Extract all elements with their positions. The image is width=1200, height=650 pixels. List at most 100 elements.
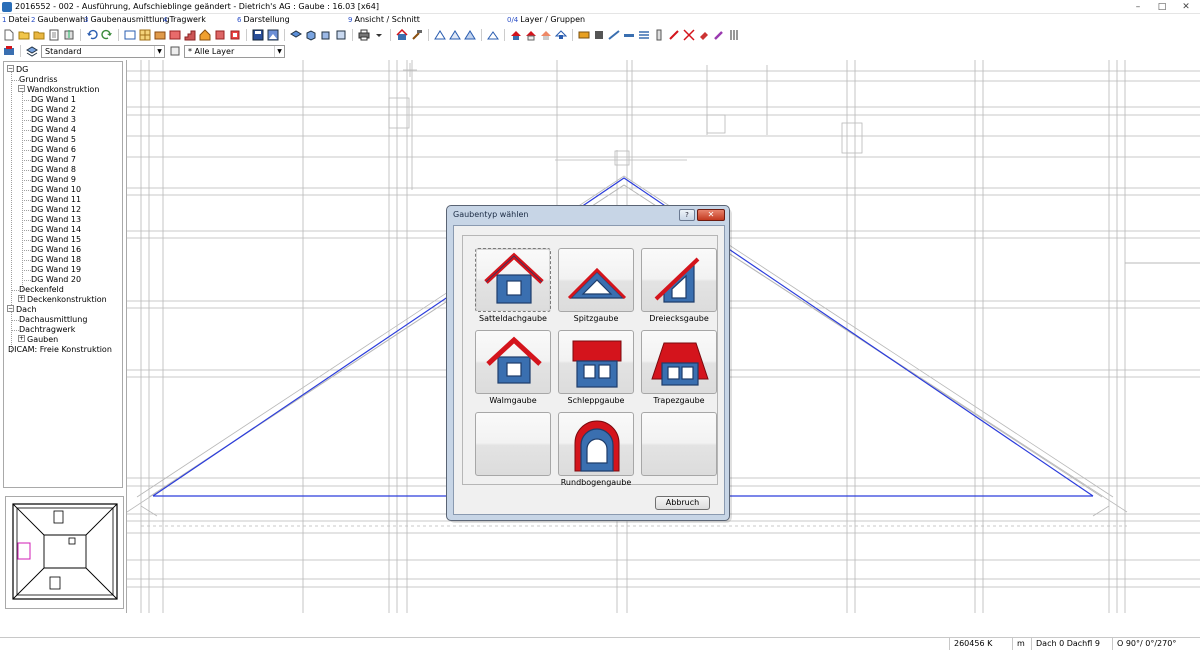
walm-dormer-button[interactable] xyxy=(475,330,551,394)
menu-darstellung[interactable]: 6 Darstellung xyxy=(237,15,290,24)
layer-stack-icon[interactable] xyxy=(26,45,38,57)
folder-save-icon[interactable] xyxy=(33,29,45,41)
schlepp-dormer-button[interactable] xyxy=(558,330,634,394)
tree-item[interactable]: DG Wand 16 xyxy=(31,245,81,255)
printer-icon[interactable] xyxy=(358,29,370,41)
roof-outline-icon[interactable] xyxy=(434,29,446,41)
view-cube-icon[interactable] xyxy=(320,29,332,41)
tree-item[interactable]: Dachausmittlung xyxy=(19,315,87,325)
beam-yellow-icon[interactable] xyxy=(578,29,590,41)
expand-icon[interactable]: + xyxy=(18,295,25,302)
help-button[interactable]: ? xyxy=(679,209,695,221)
tree-item[interactable]: DG Wand 12 xyxy=(31,205,81,215)
minimap[interactable] xyxy=(5,496,124,609)
view-top-icon[interactable] xyxy=(290,29,302,41)
menu-gaubenwahl[interactable]: 2 Gaubenwahl xyxy=(31,15,87,24)
tree-item[interactable]: DG Wand 7 xyxy=(31,155,76,165)
style-combo[interactable]: Standard ▼ xyxy=(41,44,165,58)
view-side-icon[interactable] xyxy=(335,29,347,41)
tree-item[interactable]: DG Wand 14 xyxy=(31,225,81,235)
collapse-icon[interactable]: − xyxy=(7,305,14,312)
maximize-button[interactable]: □ xyxy=(1150,0,1174,13)
roof-outline-2-icon[interactable] xyxy=(449,29,461,41)
tree-item[interactable]: DG Wand 3 xyxy=(31,115,76,125)
close-window-button[interactable]: ✕ xyxy=(1174,0,1198,13)
filter-icon[interactable] xyxy=(169,45,181,57)
column-icon[interactable] xyxy=(653,29,665,41)
tree-item[interactable]: DG Wand 13 xyxy=(31,215,81,225)
tree-item[interactable]: Dachtragwerk xyxy=(19,325,75,335)
tree-item[interactable]: DG Wand 8 xyxy=(31,165,76,175)
red-pencil-icon[interactable] xyxy=(668,29,680,41)
roof-plan-icon[interactable] xyxy=(169,29,181,41)
tree-item[interactable]: DG Wand 11 xyxy=(31,195,81,205)
collapse-icon[interactable]: − xyxy=(18,85,25,92)
dormer-tool-icon[interactable] xyxy=(396,29,408,41)
connector-icon[interactable] xyxy=(593,29,605,41)
open-folder-icon[interactable] xyxy=(18,29,30,41)
trapez-dormer-button[interactable] xyxy=(641,330,717,394)
print-icon[interactable] xyxy=(229,29,241,41)
eraser-icon[interactable] xyxy=(698,29,710,41)
tree-item[interactable]: DG Wand 1 xyxy=(31,95,76,105)
image-export-icon[interactable] xyxy=(267,29,279,41)
pen-purple-icon[interactable] xyxy=(713,29,725,41)
menu-datei[interactable]: 1 Datei xyxy=(2,15,30,24)
red-roof-icon[interactable] xyxy=(510,29,522,41)
layer-combo[interactable]: * Alle Layer ▼ xyxy=(184,44,285,58)
dropdown-icon[interactable] xyxy=(373,29,385,41)
view-iso-icon[interactable] xyxy=(305,29,317,41)
tree-item[interactable]: DG Wand 2 xyxy=(31,105,76,115)
tree-item[interactable]: − Wandkonstruktion xyxy=(18,85,99,95)
menu-tragwerk[interactable]: 4 Tragwerk xyxy=(163,15,206,24)
chevron-down-icon[interactable]: ▼ xyxy=(274,45,284,57)
cancel-button[interactable]: Abbruch xyxy=(655,496,710,510)
roof-outline-3-icon[interactable] xyxy=(464,29,476,41)
tree-item[interactable]: Grundriss xyxy=(19,75,58,85)
tree-item[interactable]: DG Wand 9 xyxy=(31,175,76,185)
stairs-icon[interactable] xyxy=(184,29,196,41)
project-tree[interactable]: − DG Grundriss − Wandkonstruktion DG Wand 1 DG… xyxy=(3,61,123,488)
redo-icon[interactable] xyxy=(101,29,113,41)
purlin-icon[interactable] xyxy=(623,29,635,41)
tree-item[interactable]: Deckenfeld xyxy=(19,285,64,295)
rafter-icon[interactable] xyxy=(608,29,620,41)
satteldach-dormer-button[interactable] xyxy=(475,248,551,312)
tree-item[interactable]: DICAM: Freie Konstruktion xyxy=(8,345,112,355)
tree-item[interactable]: DG Wand 19 xyxy=(31,265,81,275)
new-file-icon[interactable] xyxy=(3,29,15,41)
menu-layer-gruppen[interactable]: 0/4 Layer / Gruppen xyxy=(507,15,585,24)
tree-item[interactable]: − DG xyxy=(7,65,28,75)
menu-gaubenausmittlung[interactable]: 3 Gaubenausmittlung xyxy=(84,15,170,24)
window-icon[interactable] xyxy=(124,29,136,41)
stack-icon[interactable] xyxy=(638,29,650,41)
dreieck-dormer-button[interactable] xyxy=(641,248,717,312)
tree-item[interactable]: DG Wand 10 xyxy=(31,185,81,195)
dialog-close-button[interactable]: ✕ xyxy=(697,209,725,221)
chevron-down-icon[interactable]: ▼ xyxy=(154,45,164,57)
red-roof-2-icon[interactable] xyxy=(525,29,537,41)
tree-item[interactable]: − Dach xyxy=(7,305,37,315)
collapse-icon[interactable]: − xyxy=(7,65,14,72)
roof-shape-icon[interactable] xyxy=(487,29,499,41)
tree-item[interactable]: + Gauben xyxy=(18,335,58,345)
roof-window-icon[interactable] xyxy=(555,29,567,41)
menu-ansicht-schnitt[interactable]: 9 Ansicht / Schnitt xyxy=(348,15,420,24)
save-icon[interactable] xyxy=(252,29,264,41)
red-roof-3-icon[interactable] xyxy=(540,29,552,41)
minimize-button[interactable]: – xyxy=(1126,0,1150,13)
document-icon[interactable] xyxy=(48,29,60,41)
expand-icon[interactable]: + xyxy=(18,335,25,342)
layers-icon[interactable] xyxy=(214,29,226,41)
layer-settings-icon[interactable] xyxy=(3,45,15,57)
undo-icon[interactable] xyxy=(86,29,98,41)
rundbogen-dormer-button[interactable] xyxy=(558,412,634,476)
tree-item[interactable]: DG Wand 18 xyxy=(31,255,81,265)
tree-item[interactable]: DG Wand 20 xyxy=(31,275,81,285)
tree-item[interactable]: DG Wand 4 xyxy=(31,125,76,135)
walls-icon[interactable] xyxy=(154,29,166,41)
export-icon[interactable] xyxy=(63,29,75,41)
tree-item[interactable]: + Deckenkonstruktion xyxy=(18,295,107,305)
spitz-dormer-button[interactable] xyxy=(558,248,634,312)
tree-item[interactable]: DG Wand 5 xyxy=(31,135,76,145)
